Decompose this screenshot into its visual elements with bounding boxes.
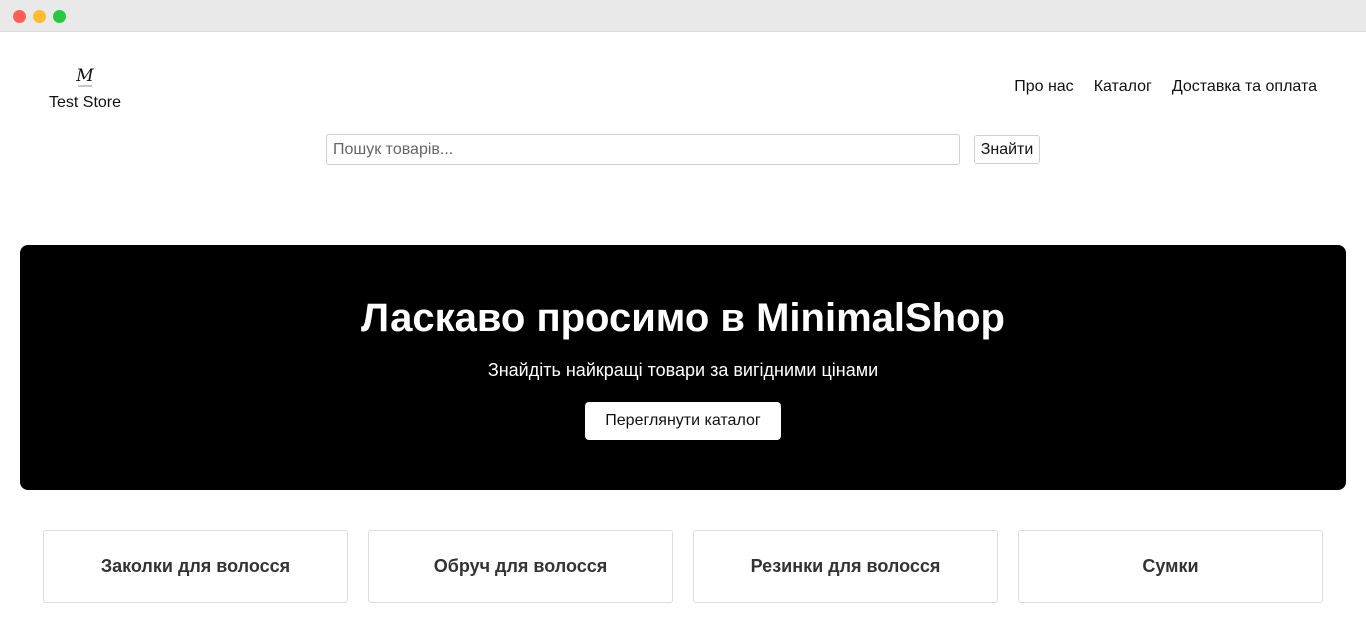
minimize-window-button[interactable] — [33, 10, 46, 23]
search-button[interactable]: Знайти — [974, 135, 1040, 164]
monogram-m-logo-icon: M — [75, 66, 94, 87]
category-card-hair-ties[interactable]: Резинки для волосся — [693, 530, 998, 603]
nav-catalog[interactable]: Каталог — [1094, 78, 1152, 96]
main-nav: Про нас Каталог Доставка та оплата — [1014, 78, 1317, 96]
category-card-hair-clips[interactable]: Заколки для волосся — [43, 530, 348, 603]
nav-delivery-payment[interactable]: Доставка та оплата — [1172, 78, 1317, 96]
store-logo[interactable]: M Test Store — [40, 66, 130, 112]
maximize-window-button[interactable] — [53, 10, 66, 23]
search-input[interactable] — [326, 134, 960, 165]
store-name: Test Store — [48, 94, 122, 111]
close-window-button[interactable] — [13, 10, 26, 23]
hero-banner: Ласкаво просимо в MinimalShop Знайдіть н… — [20, 245, 1346, 490]
category-list: Заколки для волосся Обруч для волосся Ре… — [43, 530, 1323, 603]
hero-title: Ласкаво просимо в MinimalShop — [361, 296, 1005, 340]
hero-subtitle: Знайдіть найкращі товари за вигідними ці… — [487, 360, 879, 380]
nav-about[interactable]: Про нас — [1014, 78, 1073, 96]
category-card-headbands[interactable]: Обруч для волосся — [368, 530, 673, 603]
category-card-bags[interactable]: Сумки — [1018, 530, 1323, 603]
svg-text:M: M — [75, 66, 94, 86]
window-titlebar — [0, 0, 1366, 32]
view-catalog-button[interactable]: Переглянути каталог — [585, 402, 781, 440]
